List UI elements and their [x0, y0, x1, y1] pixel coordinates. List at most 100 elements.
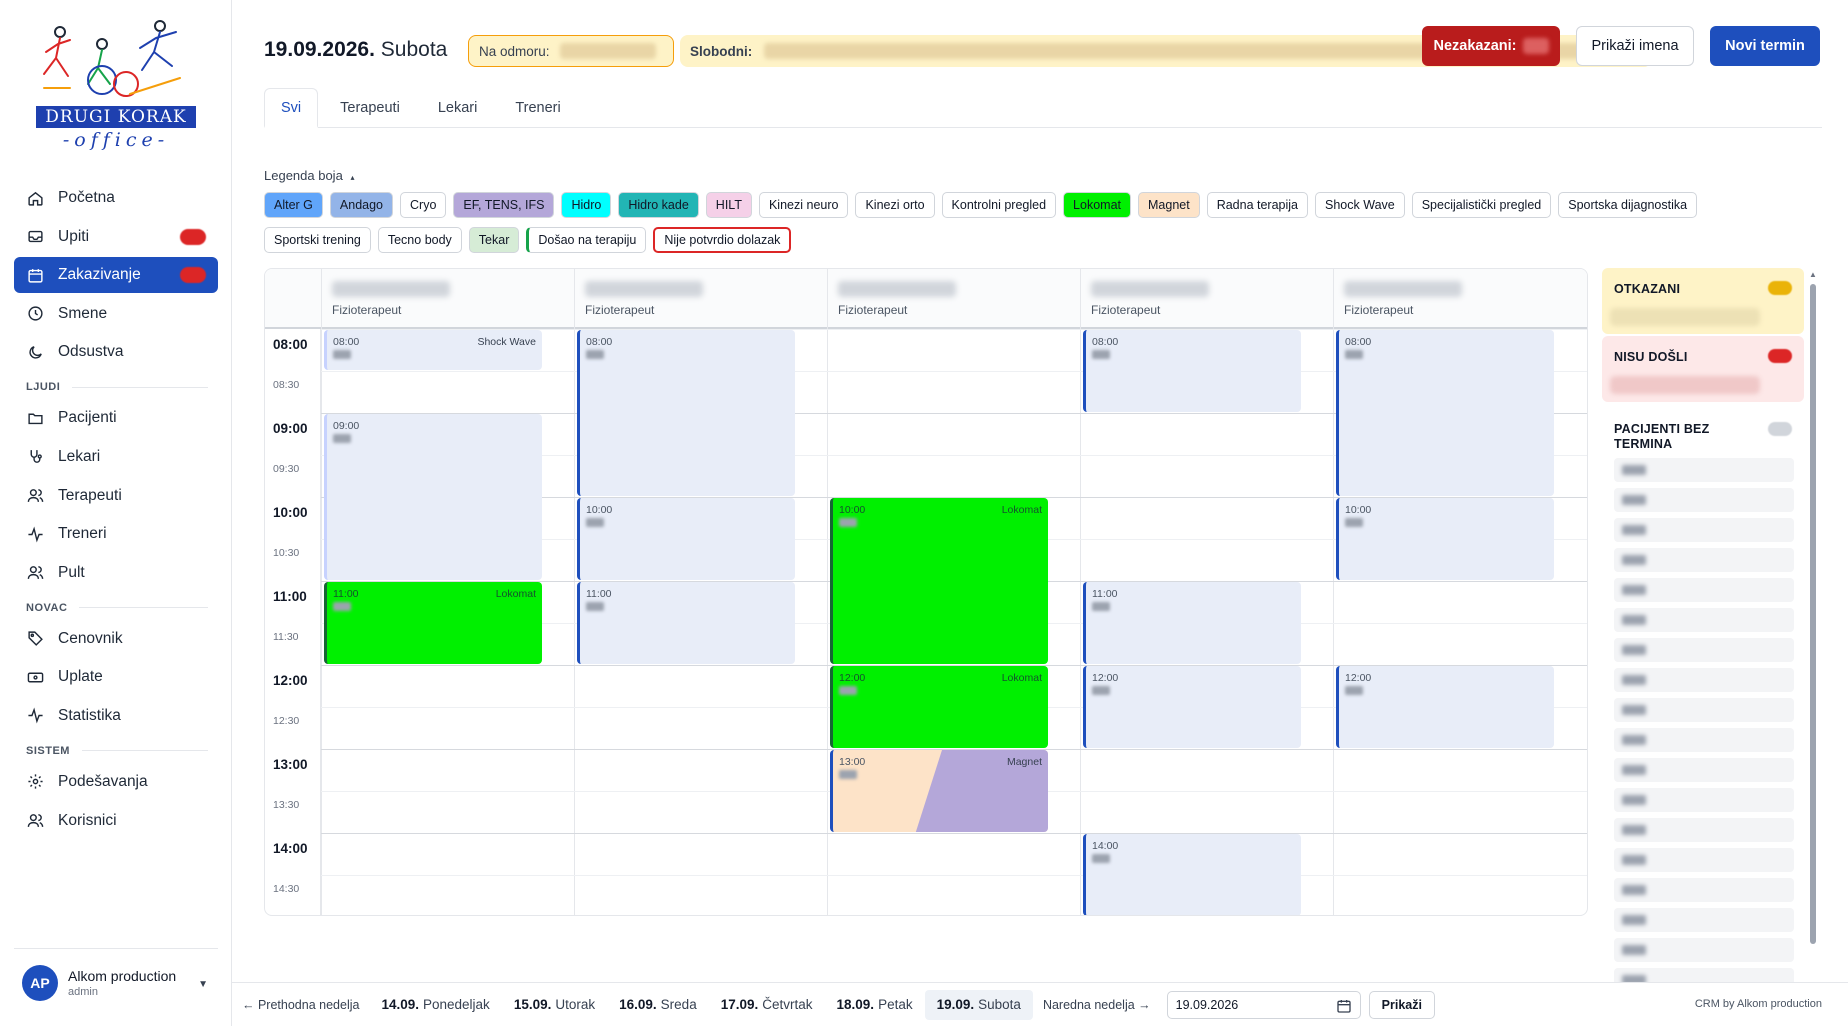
list-item[interactable] — [1614, 848, 1794, 872]
list-item[interactable] — [1614, 668, 1794, 692]
time-label-hour: 08:00 — [273, 337, 308, 352]
prev-week-link[interactable]: ← Prethodna nedelja — [232, 990, 369, 1020]
list-item[interactable] — [1614, 758, 1794, 782]
user-menu[interactable]: AP Alkom production admin ▼ — [14, 948, 218, 1008]
nav-item-treneri[interactable]: Treneri — [14, 516, 218, 552]
users-icon — [26, 812, 44, 830]
patient-name-blurred — [1622, 915, 1646, 925]
brand-logo[interactable]: DRUGI KORAK -office- — [30, 18, 200, 153]
tab-terapeuti[interactable]: Terapeuti — [324, 88, 416, 128]
tab-lekari[interactable]: Lekari — [422, 88, 494, 128]
scroll-up-icon[interactable]: ▲ — [1809, 270, 1817, 279]
list-item[interactable] — [1614, 908, 1794, 932]
user-role: admin — [68, 985, 98, 998]
appointment-block[interactable]: 09:00 — [324, 414, 542, 580]
patient-name-blurred — [586, 350, 604, 359]
list-item[interactable] — [1614, 878, 1794, 902]
nav-label: Upiti — [58, 227, 90, 245]
legend-chip: Magnet — [1138, 192, 1200, 218]
new-appointment-button[interactable]: Novi termin — [1710, 26, 1820, 66]
moon-icon — [26, 343, 44, 361]
appointment-block[interactable]: 11:00 — [577, 582, 795, 664]
therapist-name — [1344, 281, 1462, 297]
tab-svi[interactable]: Svi — [264, 88, 319, 128]
list-item[interactable] — [1614, 578, 1794, 602]
list-item[interactable] — [1614, 728, 1794, 752]
legend-chip: Shock Wave — [1315, 192, 1405, 218]
week-day-name: Četvrtak — [762, 997, 813, 1012]
list-item[interactable] — [1614, 968, 1794, 982]
nav-item-statistika[interactable]: Statistika — [14, 698, 218, 734]
nav-item-terapeuti[interactable]: Terapeuti — [14, 478, 218, 514]
list-item[interactable] — [1614, 638, 1794, 662]
week-day-link[interactable]: 17.09. Četvrtak — [709, 990, 825, 1020]
nav-item-korisnici[interactable]: Korisnici — [14, 803, 218, 839]
appointment-block[interactable]: 14:00 — [1083, 834, 1301, 915]
nav-item-odsustva[interactable]: Odsustva — [14, 334, 218, 370]
next-week-link[interactable]: Naredna nedelja → — [1033, 990, 1161, 1020]
calendar-icon[interactable] — [1336, 998, 1352, 1017]
week-day-link[interactable]: 16.09. Sreda — [607, 990, 709, 1020]
panel-scrollbar[interactable]: ▲ — [1808, 270, 1818, 980]
tab-treneri[interactable]: Treneri — [499, 88, 576, 128]
list-item[interactable] — [1614, 938, 1794, 962]
appointment-block[interactable]: 12:00 — [1083, 666, 1301, 748]
list-item[interactable] — [1614, 548, 1794, 572]
appointment-block[interactable]: 10:00 — [1336, 498, 1554, 580]
appointment-block[interactable]: 12:00 Lokomat — [830, 666, 1048, 748]
nav-item-cenovnik[interactable]: Cenovnik — [14, 621, 218, 657]
appointment-block[interactable]: 08:00 — [1336, 330, 1554, 496]
week-day-link[interactable]: 19.09. Subota — [924, 989, 1033, 1020]
nav-item-upiti[interactable]: Upiti — [14, 219, 218, 255]
chevron-up-icon: ▴ — [350, 173, 355, 182]
list-item[interactable] — [1614, 608, 1794, 632]
legend-chip: Alter G — [264, 192, 323, 218]
nav-section-sistem: SISTEM — [14, 738, 218, 764]
no-appointment-title: PACIJENTI BEZ TERMINA — [1614, 422, 1710, 451]
appointment-block[interactable]: 10:00 — [577, 498, 795, 580]
appointment-block[interactable]: 11:00 Lokomat — [324, 582, 542, 664]
appointment-block[interactable]: 08:00 — [1083, 330, 1301, 412]
show-names-button[interactable]: Prikaži imena — [1576, 26, 1694, 66]
list-item[interactable] — [1614, 698, 1794, 722]
week-day-date: 17.09. — [720, 997, 759, 1012]
appointment-time: 08:00 — [333, 336, 360, 348]
no-show-box[interactable]: NISU DOŠLI — [1602, 336, 1804, 402]
no-appointment-count-badge — [1768, 422, 1792, 436]
week-day-link[interactable]: 14.09. Ponedeljak — [369, 990, 501, 1020]
appointment-time: 10:00 — [839, 504, 866, 516]
list-item[interactable] — [1614, 518, 1794, 542]
nav-item-pult[interactable]: Pult — [14, 555, 218, 591]
nav-item-pacijenti[interactable]: Pacijenti — [14, 400, 218, 436]
list-item[interactable] — [1614, 488, 1794, 512]
list-item[interactable] — [1614, 818, 1794, 842]
nav-item-zakazivanje[interactable]: Zakazivanje — [14, 257, 218, 294]
free-label: Slobodni: — [690, 43, 753, 59]
legend-toggle[interactable]: Legenda boja ▴ — [264, 168, 354, 183]
nav-item-lekari[interactable]: Lekari — [14, 439, 218, 475]
appointment-block[interactable]: 13:00 Magnet — [830, 750, 1048, 832]
week-day-link[interactable]: 18.09. Petak — [825, 990, 925, 1020]
scroll-thumb[interactable] — [1810, 284, 1816, 944]
show-date-button[interactable]: Prikaži — [1368, 990, 1435, 1019]
appointment-block[interactable]: 11:00 — [1083, 582, 1301, 664]
appointment-block[interactable]: 08:00 Shock Wave — [324, 330, 542, 370]
nav-item-pocetna[interactable]: Početna — [14, 180, 218, 216]
nav-label: Cenovnik — [58, 629, 123, 647]
nav-item-smene[interactable]: Smene — [14, 296, 218, 332]
patient-name-blurred — [1622, 795, 1646, 805]
canceled-box[interactable]: OTKAZANI — [1602, 268, 1804, 334]
week-day-link[interactable]: 15.09. Utorak — [502, 990, 607, 1020]
unscheduled-button[interactable]: Nezakazani: — [1422, 26, 1560, 66]
legend-chip: Kontrolni pregled — [941, 192, 1057, 218]
appointment-time: 08:00 — [586, 336, 613, 348]
appointment-block[interactable]: 12:00 — [1336, 666, 1554, 748]
nav-item-uplate[interactable]: Uplate — [14, 659, 218, 695]
list-item[interactable] — [1614, 788, 1794, 812]
unscheduled-count — [1522, 38, 1549, 54]
appointment-block[interactable]: 10:00 Lokomat — [830, 498, 1048, 664]
appointment-block[interactable]: 08:00 — [577, 330, 795, 496]
date-input[interactable]: 19.09.2026 — [1166, 990, 1361, 1019]
list-item[interactable] — [1614, 458, 1794, 482]
nav-item-podesavanja[interactable]: Podešavanja — [14, 764, 218, 800]
